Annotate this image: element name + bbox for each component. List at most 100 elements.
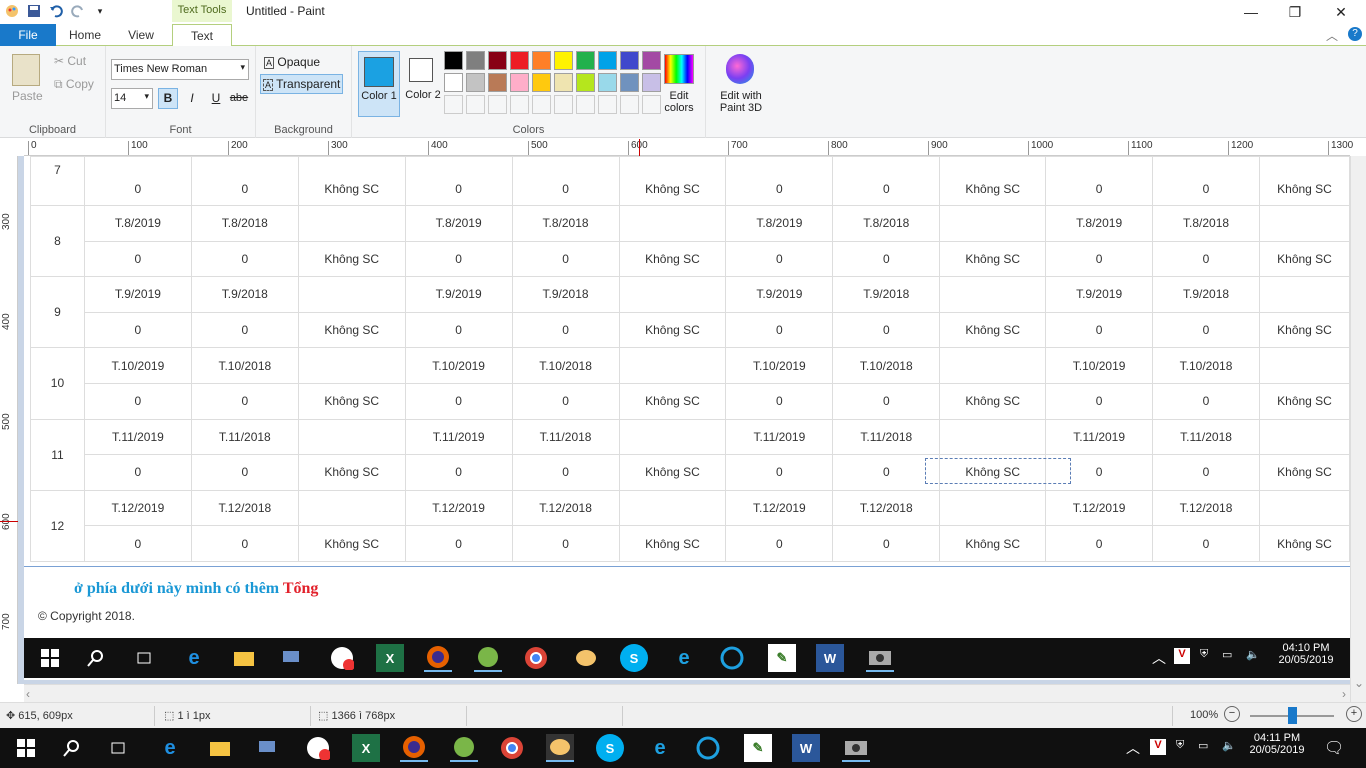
custom-color-slot[interactable] [466, 95, 485, 114]
zoom-slider-thumb[interactable] [1288, 707, 1297, 724]
palette-color-swatch[interactable] [576, 51, 595, 70]
edge-icon[interactable]: e [156, 734, 184, 762]
save-icon[interactable] [26, 3, 42, 19]
color2-button[interactable]: Color 2 [404, 51, 442, 117]
custom-color-slot[interactable] [532, 95, 551, 114]
cut-button[interactable]: ✂ Cut [54, 54, 86, 68]
zalo-icon[interactable] [304, 734, 332, 762]
green-app-icon[interactable] [450, 734, 478, 762]
windows-start-icon[interactable] [12, 734, 40, 762]
bold-button[interactable]: B [158, 88, 178, 109]
palette-color-swatch[interactable] [466, 73, 485, 92]
custom-color-slot[interactable] [510, 95, 529, 114]
file-explorer-icon[interactable] [206, 734, 234, 762]
palette-color-swatch[interactable] [620, 73, 639, 92]
font-family-select[interactable]: Times New Roman ▾ [111, 59, 249, 80]
notification-icon[interactable]: 🗨 [1324, 738, 1344, 758]
camera-app-icon[interactable] [842, 734, 870, 762]
custom-color-slot[interactable] [488, 95, 507, 114]
chrome-icon[interactable] [498, 734, 526, 762]
palette-color-swatch[interactable] [532, 51, 551, 70]
excel-icon[interactable]: X [352, 734, 380, 762]
opaque-button[interactable]: A Opaque [262, 53, 322, 71]
italic-button[interactable]: I [182, 88, 202, 109]
palette-color-swatch[interactable] [444, 51, 463, 70]
zoom-in-button[interactable]: + [1346, 706, 1362, 722]
undo-icon[interactable] [48, 3, 64, 19]
font-size-select[interactable]: 14 ▾ [111, 88, 153, 109]
coccoc-icon[interactable] [694, 734, 722, 762]
tab-view[interactable]: View [116, 24, 166, 46]
paint-icon[interactable] [546, 734, 574, 762]
network-app-icon[interactable] [254, 734, 282, 762]
text-selection-box[interactable] [925, 458, 1071, 484]
close-button[interactable]: ✕ [1326, 2, 1356, 22]
redo-icon[interactable] [70, 3, 86, 19]
table-cell: 0 [511, 525, 620, 562]
paint3d-icon[interactable] [726, 54, 754, 84]
help-icon[interactable]: ? [1348, 27, 1362, 41]
palette-color-swatch[interactable] [466, 51, 485, 70]
tab-file[interactable]: File [0, 24, 56, 46]
palette-color-swatch[interactable] [620, 51, 639, 70]
tab-home[interactable]: Home [60, 24, 110, 46]
tray-chevron-icon[interactable]: ︿ [1126, 738, 1140, 758]
shield-icon[interactable]: ⛨ [1176, 739, 1184, 752]
volume-icon[interactable]: 🔈 [1222, 739, 1236, 752]
scroll-down-icon[interactable]: ⌄ [1354, 676, 1364, 690]
color1-button[interactable]: Color 1 [358, 51, 400, 117]
table-cell: 0 [1045, 382, 1154, 420]
custom-color-slot[interactable] [620, 95, 639, 114]
palette-color-swatch[interactable] [488, 73, 507, 92]
palette-color-swatch[interactable] [488, 51, 507, 70]
tab-text[interactable]: Text [172, 24, 232, 47]
custom-color-slot[interactable] [554, 95, 573, 114]
underline-button[interactable]: U [206, 88, 226, 109]
palette-color-swatch[interactable] [510, 51, 529, 70]
palette-color-swatch[interactable] [510, 73, 529, 92]
palette-color-swatch[interactable] [598, 51, 617, 70]
palette-color-swatch[interactable] [554, 73, 573, 92]
paint-canvas[interactable]: 7 0 0 Không SC 0 0 Không SC 0 0 Không SC 0 0 Không S… [24, 156, 1350, 680]
notepad-app-icon[interactable]: ✎ [744, 734, 772, 762]
network-icon[interactable]: ▭ [1198, 739, 1208, 752]
edit-colors-button[interactable]: Edit colors [656, 90, 702, 114]
taskbar-clock[interactable]: 04:11 PM 20/05/2019 [1246, 732, 1308, 756]
paste-button[interactable]: Paste [12, 89, 43, 103]
strikethrough-button[interactable]: abe [228, 88, 250, 109]
paste-icon[interactable] [12, 54, 40, 86]
minimize-ribbon-icon[interactable]: ︿ [1326, 27, 1338, 44]
edit-colors-icon[interactable] [664, 54, 694, 84]
unikey-icon[interactable]: V [1150, 739, 1166, 755]
table-cell [1258, 347, 1350, 384]
palette-color-swatch[interactable] [598, 73, 617, 92]
custom-color-slot[interactable] [576, 95, 595, 114]
palette-color-swatch[interactable] [554, 51, 573, 70]
network-app-icon [278, 644, 306, 672]
palette-color-swatch[interactable] [532, 73, 551, 92]
vertical-scrollbar[interactable]: ⌄ [1350, 156, 1366, 702]
edit-with-paint3d-button[interactable]: Edit with Paint 3D [710, 90, 772, 114]
zoom-out-button[interactable]: − [1224, 706, 1240, 722]
palette-color-swatch[interactable] [576, 73, 595, 92]
horizontal-scrollbar[interactable]: ‹ › [24, 684, 1350, 702]
transparent-button[interactable]: A Transparent [260, 74, 344, 94]
task-view-icon[interactable] [104, 734, 132, 762]
custom-color-slot[interactable] [598, 95, 617, 114]
copy-button[interactable]: ⧉ Copy [54, 77, 94, 92]
scroll-right-icon[interactable]: › [1342, 687, 1346, 701]
palette-color-swatch[interactable] [444, 73, 463, 92]
unikey-icon: V [1174, 648, 1190, 664]
word-icon[interactable]: W [792, 734, 820, 762]
ie-icon[interactable]: e [646, 734, 674, 762]
firefox-icon[interactable] [400, 734, 428, 762]
customize-qat-icon[interactable]: ▾ [92, 3, 108, 19]
scroll-left-icon[interactable]: ‹ [26, 687, 30, 701]
paint-app-icon[interactable] [4, 3, 20, 19]
palette-color-swatch[interactable] [642, 51, 661, 70]
minimize-button[interactable]: — [1236, 2, 1266, 22]
maximize-button[interactable]: ❐ [1280, 2, 1310, 22]
custom-color-slot[interactable] [444, 95, 463, 114]
skype-icon[interactable]: S [596, 734, 624, 762]
search-icon[interactable] [58, 734, 86, 762]
